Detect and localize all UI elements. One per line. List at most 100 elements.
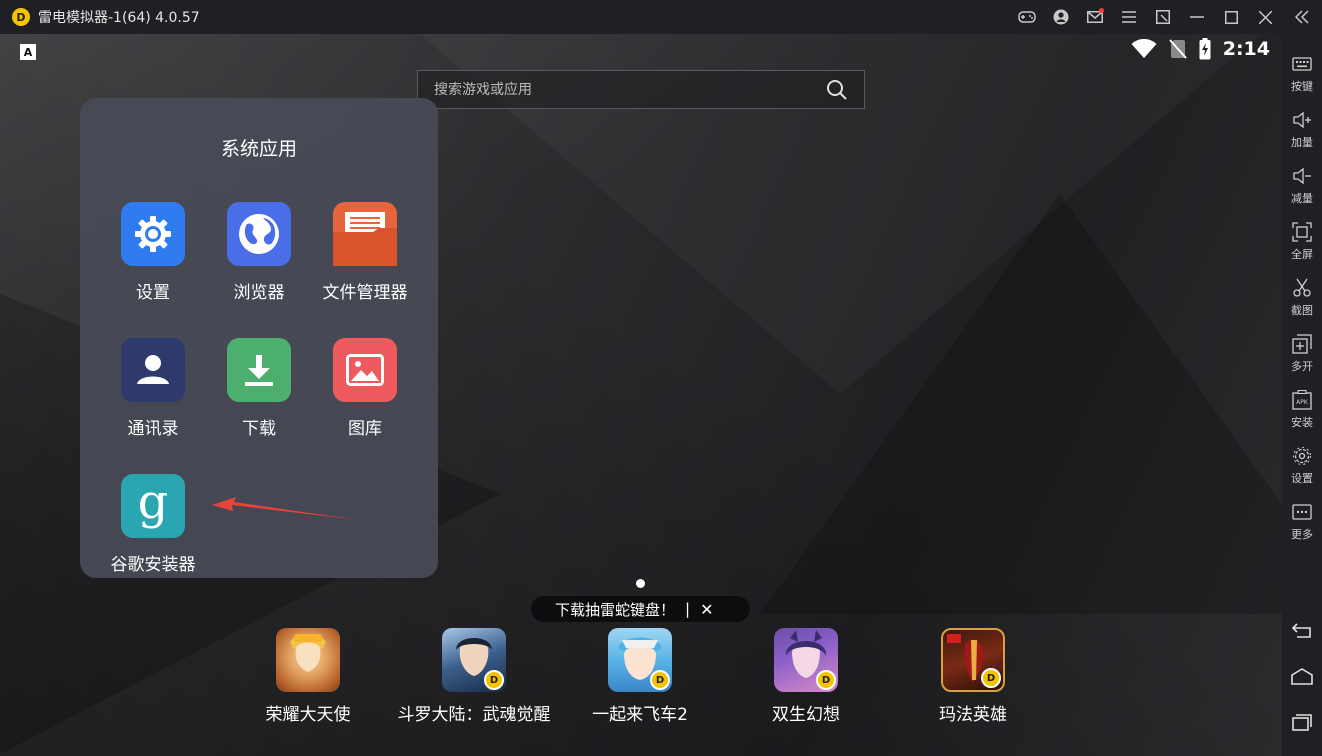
dock-app[interactable]: D 玛法英雄 [883,628,1063,725]
emulator-badge-icon: D [981,668,1001,688]
recents-icon [1292,714,1312,731]
toolbar-volume-down-button[interactable]: 减量 [1282,158,1322,214]
toolbar-install-apk-button[interactable]: APK 安装 [1282,382,1322,438]
dock-app-label: 荣耀大天使 [265,705,351,725]
download-icon [227,338,291,402]
android-screen: A 2:14 系统应用 设置 浏览器 文件管理器 [0,34,1282,756]
emulator-badge-icon: D [816,670,836,690]
app-google-installer[interactable]: g 谷歌安装器 [100,474,206,575]
battery-charging-icon [1199,38,1211,60]
notification-dot [1099,8,1104,13]
dock-app[interactable]: D 斗罗大陆：武魂觉醒 [384,628,564,725]
system-apps-folder: 系统应用 设置 浏览器 文件管理器 通讯录 下载 图库 g 谷歌安装器 [80,98,438,578]
close-icon[interactable] [1248,0,1282,34]
app-download[interactable]: 下载 [206,338,312,439]
image-icon [333,338,397,402]
app-label: 浏览器 [233,283,285,303]
toolbar-more-button[interactable]: 更多 [1282,494,1322,550]
promo-banner[interactable]: 下载抽雷蛇键盘！ | ✕ [531,596,750,622]
game-icon: D [774,628,838,692]
apk-install-icon: APK [1292,390,1312,410]
promo-separator: | [685,600,691,618]
svg-text:APK: APK [1296,399,1309,406]
volume-up-icon [1293,111,1311,129]
app-gallery[interactable]: 图库 [312,338,418,439]
game-icon: D [442,628,506,692]
toolbar-screenshot-button[interactable]: 截图 [1282,270,1322,326]
toolbar-label: 设置 [1291,472,1313,485]
search-icon[interactable] [826,79,848,101]
nav-recents-button[interactable] [1282,702,1322,742]
right-toolbar: 按键 加量 减量 全屏 截图 多开 APK 安装 设置 更多 [1282,34,1322,756]
menu-icon[interactable] [1112,0,1146,34]
app-file-manager[interactable]: 文件管理器 [312,202,418,303]
toolbar-label: 更多 [1291,528,1313,541]
back-icon [1291,623,1311,638]
app-label: 文件管理器 [322,283,408,303]
nav-home-button[interactable] [1282,656,1322,696]
toolbar-fullscreen-button[interactable]: 全屏 [1282,214,1322,270]
title-bar: D 雷电模拟器-1(64) 4.0.57 [0,0,1322,34]
no-sim-icon [1168,39,1187,59]
status-clock: 2:14 [1222,38,1270,60]
toolbar-label: 截图 [1291,304,1313,317]
fullscreen-icon [1292,222,1312,242]
game-icon [276,628,340,692]
dock-app[interactable]: 荣耀大天使 [218,628,398,725]
app-label: 谷歌安装器 [110,555,196,575]
toolbar-label: 按键 [1291,80,1313,93]
settings-icon [1293,447,1311,465]
toolbar-keymap-button[interactable]: 按键 [1282,46,1322,102]
dock-app-label: 斗罗大陆：武魂觉醒 [397,705,551,725]
search-bar[interactable] [417,70,865,109]
app-label: 图库 [348,419,382,439]
status-bar: 2:14 [1131,38,1270,60]
person-icon [121,338,185,402]
promo-text: 下载抽雷蛇键盘！ [555,600,676,619]
app-settings[interactable]: 设置 [100,202,206,303]
window-title: 雷电模拟器-1(64) 4.0.57 [38,10,200,26]
user-avatar-icon[interactable] [1044,0,1078,34]
folder-title: 系统应用 [220,138,297,160]
home-icon [1291,668,1313,685]
google-installer-icon: g [121,474,185,538]
volume-down-icon [1293,167,1311,185]
dock-app[interactable]: D 一起来飞车2 [550,628,730,725]
app-contacts[interactable]: 通讯录 [100,338,206,439]
toolbar-multi-instance-button[interactable]: 多开 [1282,326,1322,382]
globe-icon [227,202,291,266]
emulator-badge-icon: D [650,670,670,690]
dock-app-label: 双生幻想 [772,705,840,725]
google-installer-glyph: g [137,474,169,530]
nav-back-button[interactable] [1282,610,1322,650]
gamepad-icon[interactable] [1010,0,1044,34]
app-label: 设置 [136,283,170,303]
toolbar-label: 全屏 [1291,248,1313,261]
promo-close-button[interactable]: ✕ [700,600,713,619]
dock-app[interactable]: D 双生幻想 [716,628,896,725]
mail-icon[interactable] [1078,0,1112,34]
minimize-icon[interactable] [1180,0,1214,34]
toolbar-settings-button[interactable]: 设置 [1282,438,1322,494]
app-browser[interactable]: 浏览器 [206,202,312,303]
toolbar-volume-up-button[interactable]: 加量 [1282,102,1322,158]
folder-file-icon [333,202,397,266]
gear-icon [121,202,185,266]
wifi-icon [1131,39,1157,58]
multi-instance-icon [1292,334,1312,354]
collapse-sidebar-icon[interactable] [1282,0,1322,34]
emulator-badge-icon: D [484,670,504,690]
maximize-icon[interactable] [1214,0,1248,34]
mini-mode-icon[interactable] [1146,0,1180,34]
app-label: 下载 [242,419,276,439]
dock-app-label: 玛法英雄 [939,705,1007,725]
keyboard-icon [1292,57,1312,71]
scissors-icon [1293,278,1311,297]
wallpaper-shape [760,194,1282,614]
toolbar-label: 安装 [1291,416,1313,429]
game-icon: D [941,628,1005,692]
search-input[interactable] [418,71,826,108]
page-indicator-dot [636,579,645,588]
dock-app-label: 一起来飞车2 [592,705,688,725]
more-icon [1292,504,1312,520]
